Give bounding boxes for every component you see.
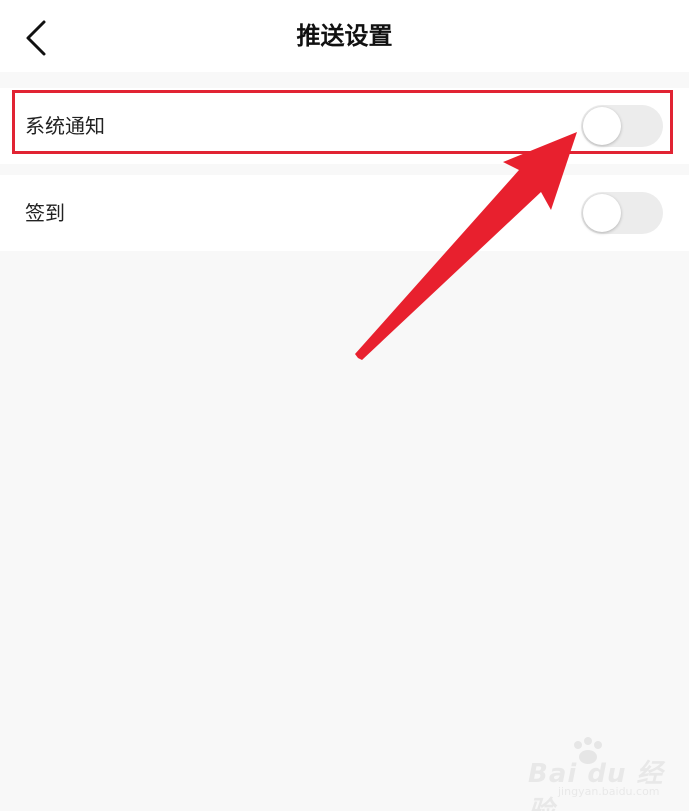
baidu-watermark: Bai du 经验 jingyan.baidu.com (528, 735, 678, 811)
watermark-text: Bai du 经验 (528, 759, 664, 811)
top-bar: 推送设置 (0, 0, 689, 72)
toggle-knob (583, 194, 621, 232)
setting-row-system-notification: 系统通知 (0, 88, 689, 164)
watermark-url: jingyan.baidu.com (558, 785, 660, 798)
setting-label: 签到 (25, 201, 65, 225)
setting-row-check-in: 签到 (0, 175, 689, 251)
push-settings-screen: 推送设置 系统通知 签到 Bai du 经验 jingyan.baidu.com (0, 0, 689, 811)
setting-label: 系统通知 (25, 114, 105, 138)
toggle-knob (583, 107, 621, 145)
system-notification-toggle[interactable] (581, 105, 663, 147)
page-title: 推送设置 (296, 22, 393, 50)
check-in-toggle[interactable] (581, 192, 663, 234)
